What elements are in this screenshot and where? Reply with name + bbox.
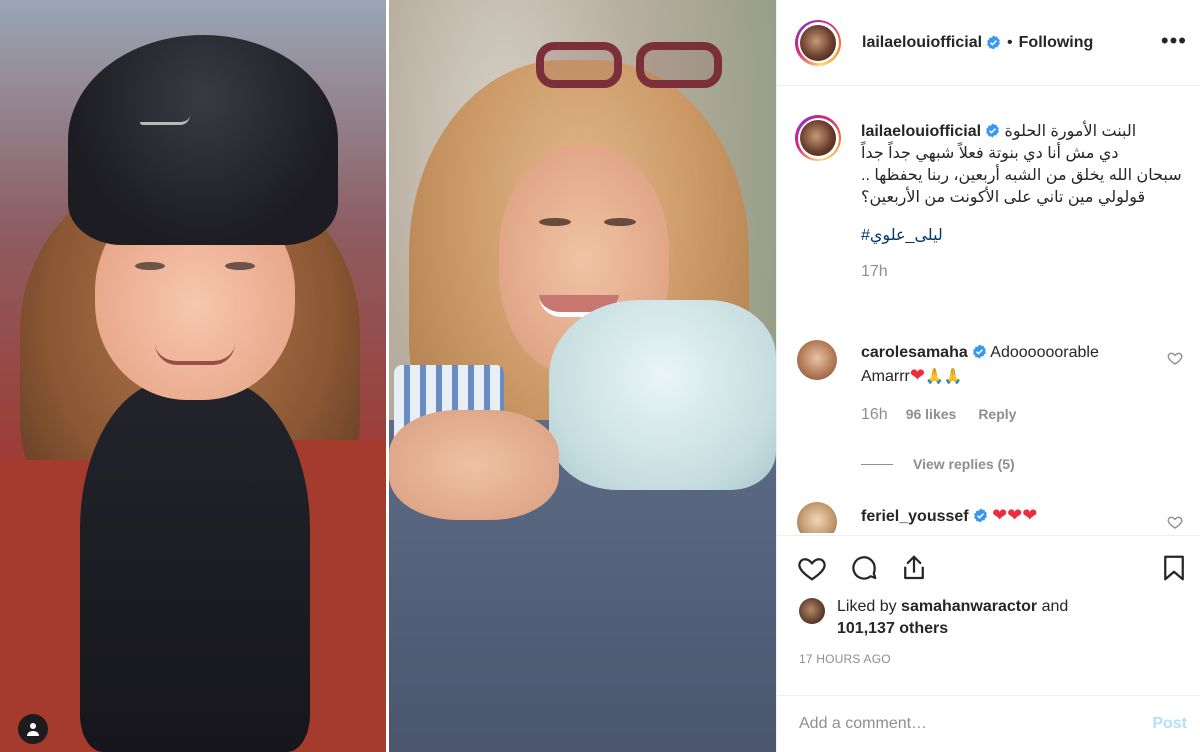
- author-username[interactable]: lailaelouiofficial: [862, 34, 982, 52]
- comment-likes[interactable]: 96 likes: [906, 406, 957, 422]
- author-avatar[interactable]: [795, 19, 841, 66]
- caption-hashtag[interactable]: #ليلى_علوي: [861, 225, 1183, 247]
- liked-by: Liked by samahanwaractor and 101,137 oth…: [799, 596, 1199, 640]
- adult-photo: [389, 0, 776, 752]
- view-replies-button[interactable]: View replies (5): [861, 456, 1015, 472]
- comments-list[interactable]: lailaelouiofficial البنت الأمورة الحلوة …: [777, 87, 1200, 533]
- comment-like-heart-icon[interactable]: [1167, 514, 1183, 530]
- commenter-avatar[interactable]: [797, 340, 837, 380]
- post-media[interactable]: [0, 0, 776, 752]
- comment-meta: 16h 96 likes Reply: [861, 406, 1016, 424]
- add-comment-input[interactable]: [799, 715, 1119, 733]
- child-scarf: [80, 380, 310, 752]
- comment-time[interactable]: 16h: [861, 406, 888, 424]
- post-actions: Liked by samahanwaractor and 101,137 oth…: [777, 535, 1200, 695]
- sunglasses: [536, 42, 726, 92]
- post-header: lailaelouiofficial • Following •••: [777, 0, 1200, 86]
- verified-badge-icon: [987, 35, 1000, 50]
- instagram-post-modal: lailaelouiofficial • Following ••• laila…: [0, 0, 1200, 752]
- heart-emoji: ❤❤❤: [992, 505, 1038, 525]
- user-tag-icon[interactable]: [18, 714, 48, 744]
- liked-by-user[interactable]: samahanwaractor: [901, 598, 1037, 615]
- child-eye-left: [135, 262, 165, 270]
- child-photo: [0, 0, 386, 752]
- heart-emoji: ❤: [909, 365, 925, 385]
- praying-hands-emoji: 🙏🙏: [924, 368, 963, 385]
- add-comment-bar: Post: [777, 695, 1200, 752]
- verified-badge-icon: [973, 508, 987, 523]
- liked-by-prefix: Liked by: [837, 598, 897, 615]
- comment-username[interactable]: feriel_youssef: [861, 508, 969, 525]
- liked-by-and: and: [1041, 598, 1069, 615]
- bookmark-icon[interactable]: [1157, 551, 1191, 585]
- liked-by-others[interactable]: 101,137 others: [837, 620, 948, 637]
- verified-badge-icon: [986, 123, 999, 138]
- comment-bubble-icon[interactable]: [847, 551, 881, 585]
- caption-username[interactable]: lailaelouiofficial: [861, 123, 981, 140]
- share-icon[interactable]: [897, 551, 931, 585]
- heart-icon[interactable]: [795, 551, 829, 585]
- woman-eye-right: [604, 218, 636, 226]
- commenter-avatar[interactable]: [797, 502, 837, 533]
- child-smile: [155, 343, 235, 365]
- child-beanie: [68, 35, 338, 245]
- caption-time[interactable]: 17h: [861, 261, 1183, 283]
- post-side-panel: lailaelouiofficial • Following ••• laila…: [776, 0, 1200, 752]
- child-eye-right: [225, 262, 255, 270]
- view-replies-label: View replies (5): [913, 456, 1015, 472]
- reply-button[interactable]: Reply: [978, 406, 1016, 422]
- post-comment-button[interactable]: Post: [1152, 715, 1187, 733]
- ellipsis-icon[interactable]: •••: [1161, 30, 1187, 52]
- replies-line: [861, 463, 893, 465]
- verified-badge-icon: [972, 344, 986, 359]
- woman-eye-left: [539, 218, 571, 226]
- post-timestamp[interactable]: 17 HOURS AGO: [799, 652, 891, 666]
- caption-avatar[interactable]: [795, 115, 841, 161]
- beanie-logo: [140, 115, 190, 125]
- fur-collar: [549, 300, 776, 490]
- following-button[interactable]: Following: [1019, 34, 1094, 52]
- header-separator: •: [1007, 33, 1013, 51]
- comment-username[interactable]: carolesamaha: [861, 344, 968, 361]
- liker-avatar[interactable]: [799, 598, 825, 624]
- hands: [389, 410, 559, 520]
- comment-like-heart-icon[interactable]: [1167, 350, 1183, 366]
